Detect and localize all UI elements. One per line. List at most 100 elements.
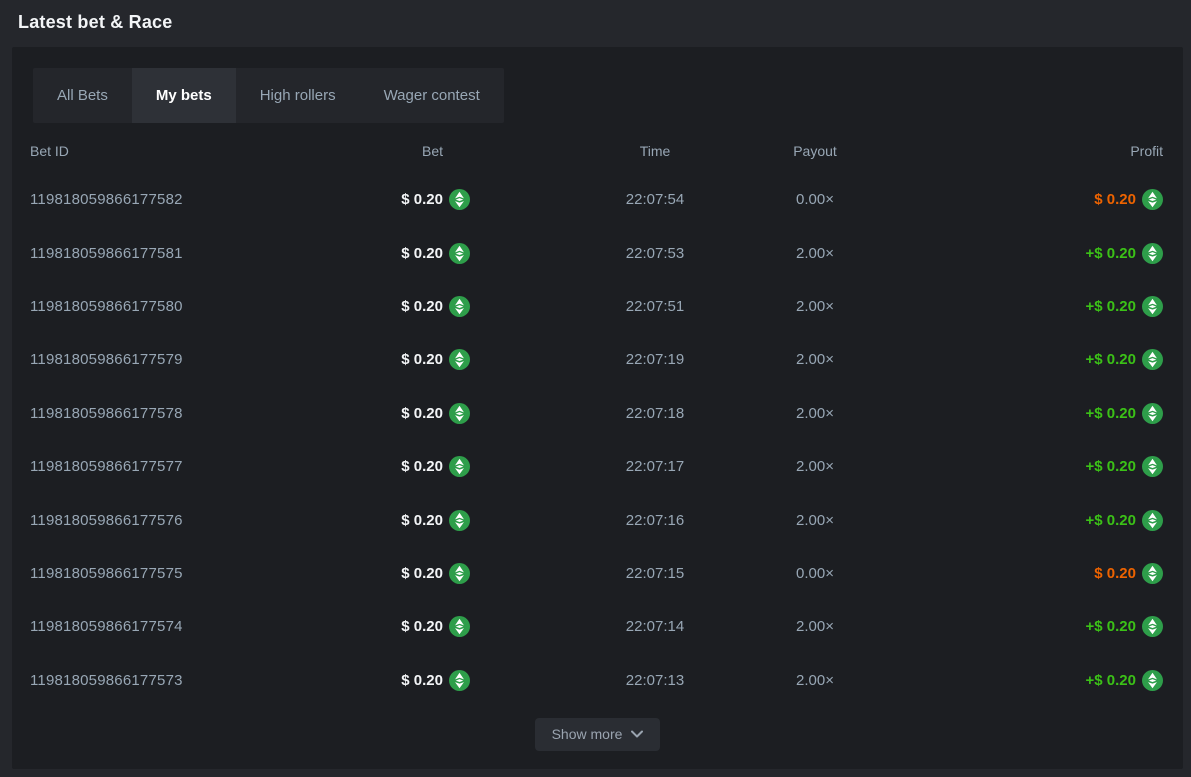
show-more-label: Show more: [552, 726, 623, 742]
bet-id-value[interactable]: 119818059866177575: [30, 565, 320, 582]
bet-id-value[interactable]: 119818059866177582: [30, 191, 320, 208]
ethereum-classic-coin-icon: [1142, 510, 1163, 531]
bet-table-row[interactable]: 119818059866177579 $ 0.20 22:07:19 2.00×…: [30, 333, 1163, 386]
bets-table: Bet ID Bet Time Payout Profit 1198180598…: [12, 128, 1183, 707]
bet-amount: $ 0.20: [401, 298, 443, 315]
bet-payout: 2.00×: [740, 298, 890, 315]
ethereum-classic-coin-icon: [449, 670, 470, 691]
ethereum-classic-coin-icon: [1142, 616, 1163, 637]
profit-cell: $ 0.20: [890, 189, 1163, 210]
bet-id-value[interactable]: 119818059866177574: [30, 618, 320, 635]
bet-amount: $ 0.20: [401, 351, 443, 368]
tab-wager-contest[interactable]: Wager contest: [360, 68, 504, 123]
bet-id-value[interactable]: 119818059866177578: [30, 405, 320, 422]
bets-table-body: 119818059866177582 $ 0.20 22:07:54 0.00×…: [30, 173, 1163, 707]
bet-payout: 2.00×: [740, 351, 890, 368]
bet-cell: $ 0.20: [320, 616, 470, 637]
bet-time: 22:07:14: [570, 618, 740, 635]
bet-id-value[interactable]: 119818059866177580: [30, 298, 320, 315]
bet-cell: $ 0.20: [320, 189, 470, 210]
profit-amount: +$ 0.20: [1086, 672, 1136, 689]
ethereum-classic-coin-icon: [1142, 403, 1163, 424]
bet-cell: $ 0.20: [320, 349, 470, 370]
profit-cell: +$ 0.20: [890, 403, 1163, 424]
header-bet: Bet: [320, 143, 470, 159]
ethereum-classic-coin-icon: [1142, 563, 1163, 584]
bet-payout: 2.00×: [740, 458, 890, 475]
header-profit: Profit: [890, 143, 1163, 159]
tab-my-bets[interactable]: My bets: [132, 68, 236, 123]
bet-id-value[interactable]: 119818059866177581: [30, 245, 320, 262]
bet-id-value[interactable]: 119818059866177576: [30, 512, 320, 529]
ethereum-classic-coin-icon: [1142, 296, 1163, 317]
section-title-bar: Latest bet & Race: [0, 0, 1191, 45]
bet-id-value[interactable]: 119818059866177577: [30, 458, 320, 475]
bet-table-row[interactable]: 119818059866177578 $ 0.20 22:07:18 2.00×…: [30, 387, 1163, 440]
bet-time: 22:07:15: [570, 565, 740, 582]
bet-payout: 2.00×: [740, 405, 890, 422]
header-time: Time: [570, 143, 740, 159]
bet-table-row[interactable]: 119818059866177573 $ 0.20 22:07:13 2.00×…: [30, 654, 1163, 707]
bet-time: 22:07:17: [570, 458, 740, 475]
ethereum-classic-coin-icon: [1142, 349, 1163, 370]
tab-high-rollers[interactable]: High rollers: [236, 68, 360, 123]
bet-amount: $ 0.20: [401, 672, 443, 689]
ethereum-classic-coin-icon: [449, 243, 470, 264]
bet-payout: 0.00×: [740, 191, 890, 208]
profit-amount: +$ 0.20: [1086, 405, 1136, 422]
bets-panel: All Bets My bets High rollers Wager cont…: [12, 47, 1183, 769]
ethereum-classic-coin-icon: [449, 563, 470, 584]
profit-amount: +$ 0.20: [1086, 458, 1136, 475]
bet-amount: $ 0.20: [401, 405, 443, 422]
bet-cell: $ 0.20: [320, 296, 470, 317]
bet-id-value[interactable]: 119818059866177573: [30, 672, 320, 689]
header-payout: Payout: [740, 143, 890, 159]
latest-bet-race-page: { "page": { "title": "Latest bet & Race"…: [0, 0, 1191, 777]
bet-cell: $ 0.20: [320, 563, 470, 584]
profit-amount: $ 0.20: [1094, 191, 1136, 208]
bet-payout: 2.00×: [740, 618, 890, 635]
bet-cell: $ 0.20: [320, 510, 470, 531]
bet-cell: $ 0.20: [320, 456, 470, 477]
profit-cell: +$ 0.20: [890, 616, 1163, 637]
bet-time: 22:07:53: [570, 245, 740, 262]
ethereum-classic-coin-icon: [1142, 243, 1163, 264]
profit-amount: $ 0.20: [1094, 565, 1136, 582]
profit-cell: +$ 0.20: [890, 243, 1163, 264]
ethereum-classic-coin-icon: [449, 616, 470, 637]
bet-payout: 0.00×: [740, 565, 890, 582]
profit-amount: +$ 0.20: [1086, 245, 1136, 262]
ethereum-classic-coin-icon: [1142, 670, 1163, 691]
profit-cell: +$ 0.20: [890, 349, 1163, 370]
bet-table-row[interactable]: 119818059866177580 $ 0.20 22:07:51 2.00×…: [30, 280, 1163, 333]
tab-all-bets[interactable]: All Bets: [33, 68, 132, 123]
profit-amount: +$ 0.20: [1086, 298, 1136, 315]
ethereum-classic-coin-icon: [449, 189, 470, 210]
show-more-button[interactable]: Show more: [535, 718, 661, 751]
ethereum-classic-coin-icon: [1142, 189, 1163, 210]
bet-table-row[interactable]: 119818059866177581 $ 0.20 22:07:53 2.00×…: [30, 226, 1163, 279]
ethereum-classic-coin-icon: [1142, 456, 1163, 477]
bet-table-row[interactable]: 119818059866177574 $ 0.20 22:07:14 2.00×…: [30, 600, 1163, 653]
bet-table-row[interactable]: 119818059866177582 $ 0.20 22:07:54 0.00×…: [30, 173, 1163, 226]
profit-amount: +$ 0.20: [1086, 618, 1136, 635]
profit-cell: $ 0.20: [890, 563, 1163, 584]
bet-table-row[interactable]: 119818059866177576 $ 0.20 22:07:16 2.00×…: [30, 493, 1163, 546]
bet-amount: $ 0.20: [401, 512, 443, 529]
bet-table-row[interactable]: 119818059866177575 $ 0.20 22:07:15 0.00×…: [30, 547, 1163, 600]
bet-amount: $ 0.20: [401, 618, 443, 635]
profit-cell: +$ 0.20: [890, 296, 1163, 317]
bet-payout: 2.00×: [740, 672, 890, 689]
ethereum-classic-coin-icon: [449, 296, 470, 317]
bet-time: 22:07:13: [570, 672, 740, 689]
header-bet-id: Bet ID: [30, 143, 320, 159]
bet-time: 22:07:16: [570, 512, 740, 529]
bet-payout: 2.00×: [740, 245, 890, 262]
profit-cell: +$ 0.20: [890, 670, 1163, 691]
bet-id-value[interactable]: 119818059866177579: [30, 351, 320, 368]
bet-time: 22:07:18: [570, 405, 740, 422]
chevron-down-icon: [631, 730, 643, 738]
bet-time: 22:07:51: [570, 298, 740, 315]
bets-table-header: Bet ID Bet Time Payout Profit: [30, 128, 1163, 173]
bet-table-row[interactable]: 119818059866177577 $ 0.20 22:07:17 2.00×…: [30, 440, 1163, 493]
